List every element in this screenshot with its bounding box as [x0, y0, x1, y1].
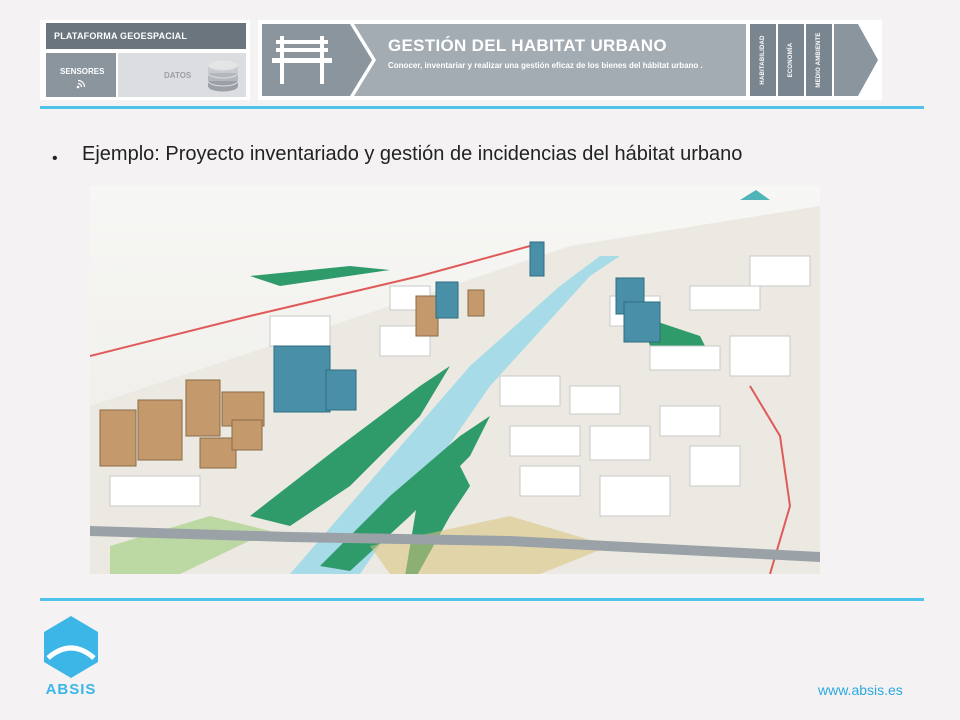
bottom-divider	[40, 598, 924, 601]
website-link[interactable]: www.absis.es	[818, 682, 903, 698]
urban-render-image	[90, 186, 820, 574]
signal-icon	[76, 79, 86, 89]
banner-subtitle: Conocer, inventariar y realizar una gest…	[388, 61, 703, 70]
platform-title: PLATAFORMA GEOESPACIAL CORPORATIVA	[46, 23, 246, 67]
tab-economia[interactable]: ECONOMÍA	[778, 24, 804, 96]
tab-label: HABITABILIDAD	[760, 35, 766, 85]
data-label: DATOS	[164, 71, 192, 80]
svg-text:ABSIS: ABSIS	[46, 681, 97, 698]
bullet-text: Ejemplo: Proyecto inventariado y gestión…	[82, 143, 743, 165]
banner-title: GESTIÓN DEL HABITAT URBANO	[388, 36, 667, 55]
tab-habitabilidad[interactable]: HABITABILIDAD	[750, 24, 776, 96]
data-button[interactable]: DATOS	[118, 53, 246, 97]
bench-icon	[272, 36, 332, 84]
next-arrow-icon[interactable]	[834, 24, 880, 96]
sensors-label: SENSORES	[60, 67, 105, 76]
top-divider	[40, 106, 924, 109]
tab-medio-ambiente[interactable]: MEDIO AMBIENTE	[806, 24, 832, 96]
tab-label: ECONOMÍA	[788, 42, 794, 78]
tab-label: MEDIO AMBIENTE	[816, 32, 822, 88]
bullet-icon: •	[52, 150, 58, 167]
absis-logo: ABSIS	[44, 616, 98, 698]
sensors-button[interactable]: SENSORES	[46, 53, 116, 97]
database-icon	[207, 59, 239, 93]
